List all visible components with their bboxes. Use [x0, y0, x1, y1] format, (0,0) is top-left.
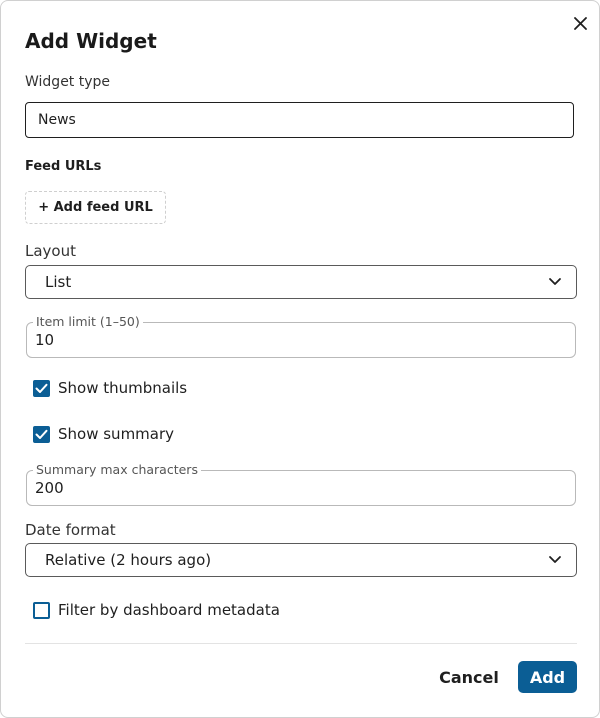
- chevron-down-icon: [549, 556, 561, 563]
- item-limit-field[interactable]: Item limit (1–50) 10: [26, 314, 576, 358]
- checkbox-checked-icon: [33, 425, 50, 443]
- summary-max-field[interactable]: Summary max characters 200: [26, 462, 576, 506]
- checkbox-unchecked-icon: [33, 601, 50, 619]
- summary-max-value: 200: [35, 479, 64, 497]
- summary-max-label: Summary max characters: [33, 462, 201, 478]
- item-limit-value: 10: [35, 331, 55, 349]
- date-format-label: Date format: [25, 521, 116, 539]
- layout-label: Layout: [25, 242, 76, 260]
- date-format-select[interactable]: Relative (2 hours ago): [25, 543, 577, 577]
- cancel-button[interactable]: Cancel: [433, 661, 505, 693]
- add-widget-dialog: Add Widget Widget type News Feed URLs + …: [0, 0, 600, 718]
- add-button[interactable]: Add: [518, 661, 577, 693]
- close-icon: [573, 16, 587, 30]
- widget-type-label: Widget type: [25, 74, 111, 90]
- footer-divider: [25, 643, 577, 644]
- show-thumbnails-label: Show thumbnails: [58, 379, 188, 397]
- item-limit-label: Item limit (1–50): [33, 314, 143, 330]
- close-button[interactable]: [570, 13, 590, 33]
- widget-type-input[interactable]: News: [25, 102, 574, 138]
- filter-metadata-checkbox[interactable]: Filter by dashboard metadata: [33, 601, 280, 619]
- chevron-down-icon: [549, 278, 561, 285]
- date-format-value: Relative (2 hours ago): [45, 551, 212, 569]
- show-summary-label: Show summary: [58, 425, 175, 443]
- show-thumbnails-checkbox[interactable]: Show thumbnails: [33, 379, 187, 397]
- layout-select[interactable]: List: [25, 265, 577, 299]
- filter-metadata-label: Filter by dashboard metadata: [58, 601, 280, 619]
- layout-value: List: [45, 273, 72, 291]
- show-summary-checkbox[interactable]: Show summary: [33, 425, 174, 443]
- add-feed-url-button[interactable]: + Add feed URL: [25, 191, 166, 224]
- feed-urls-label: Feed URLs: [25, 159, 102, 174]
- dialog-title: Add Widget: [25, 29, 157, 53]
- checkbox-checked-icon: [33, 379, 50, 397]
